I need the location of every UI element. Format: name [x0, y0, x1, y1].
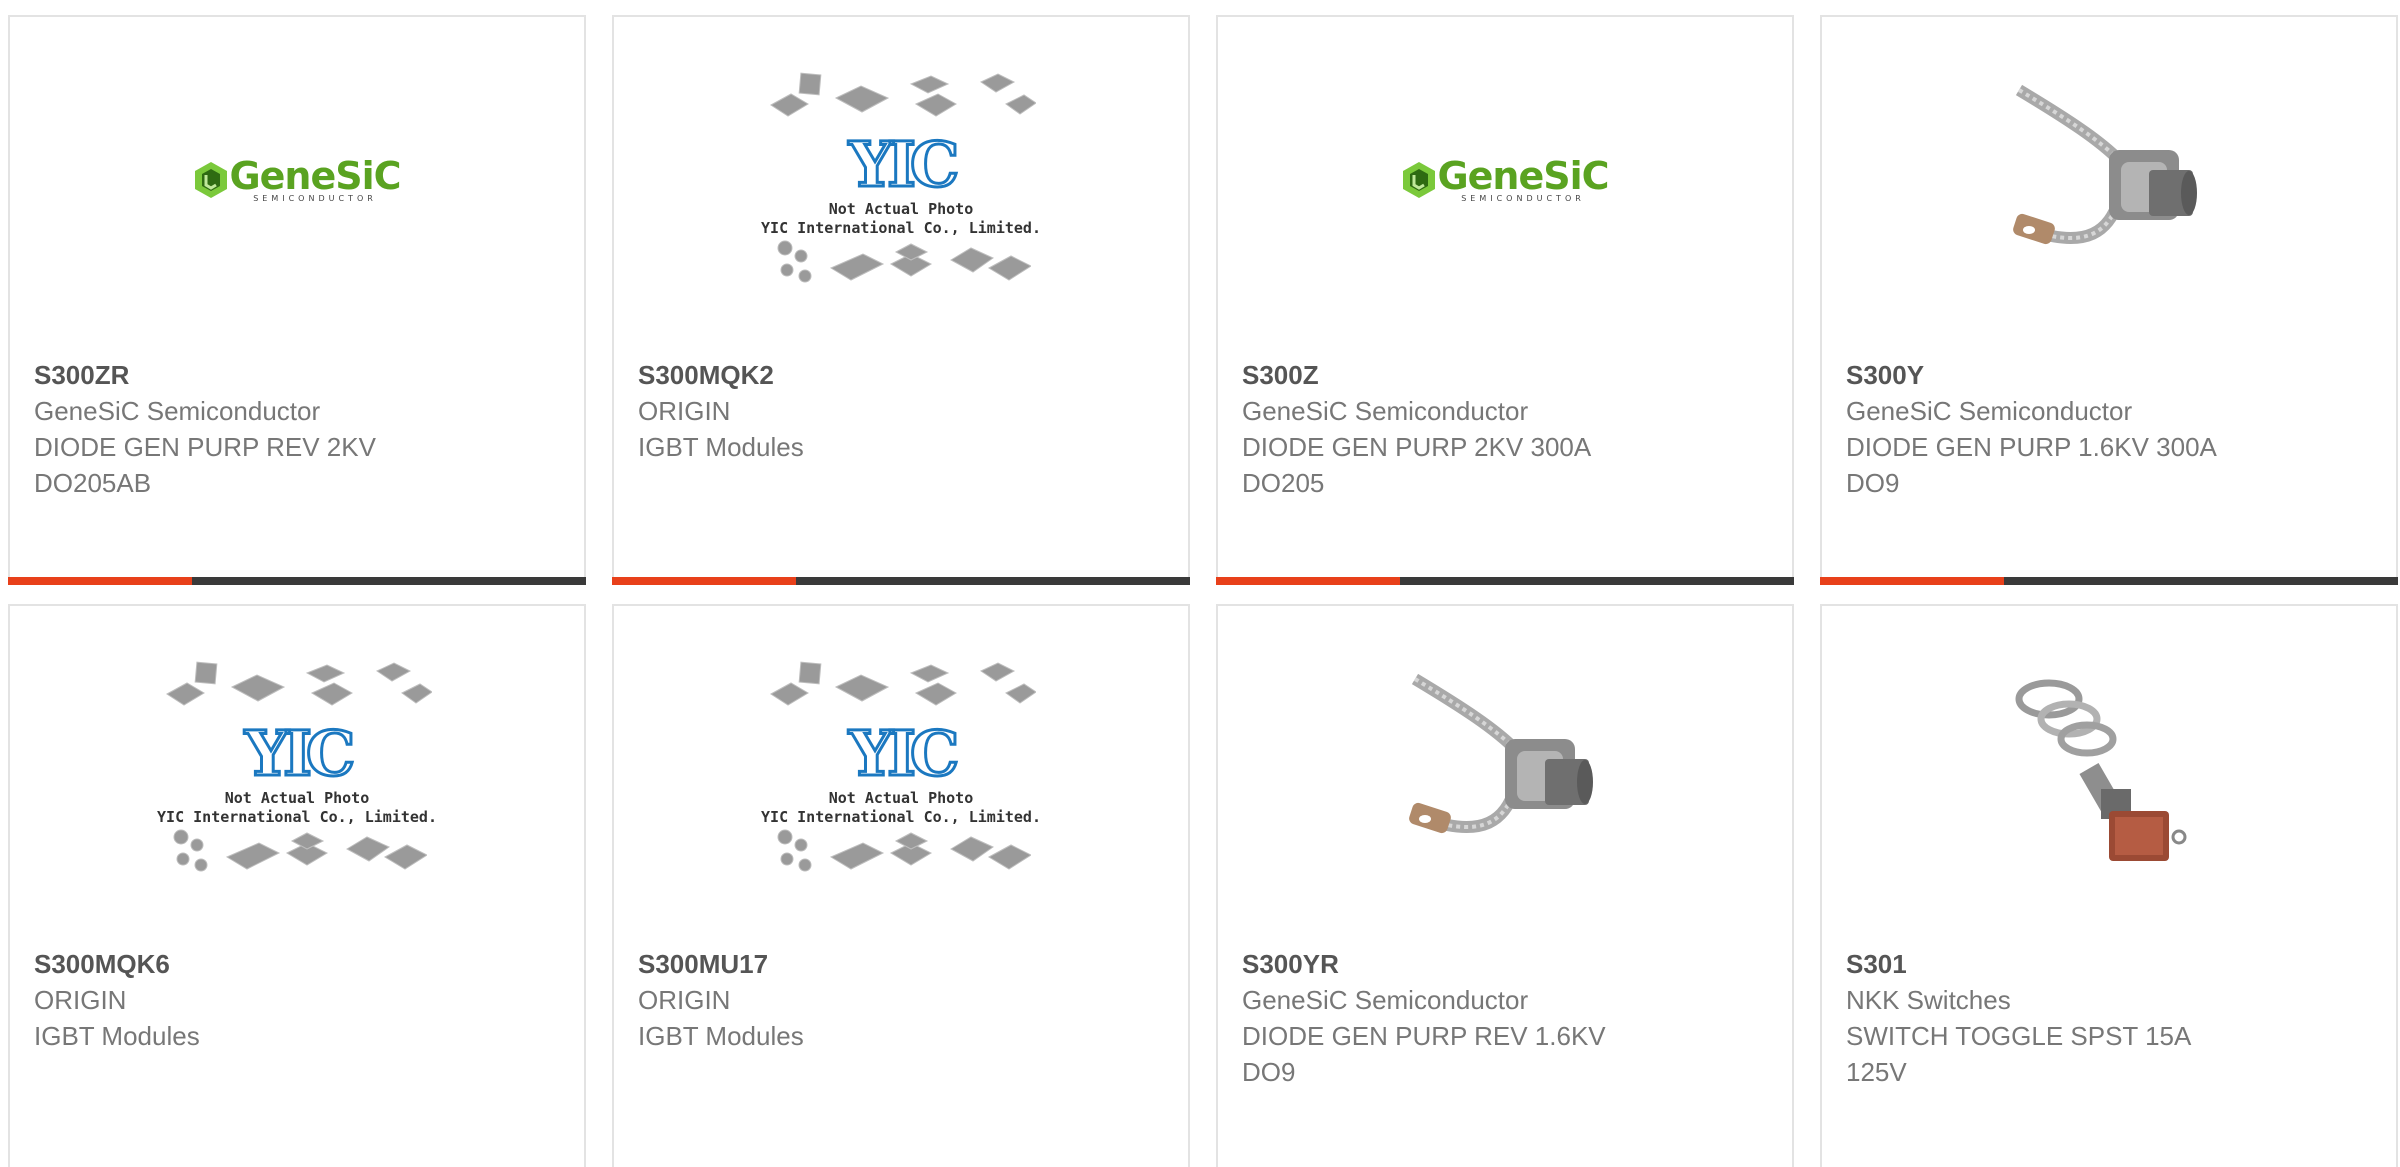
- card-accent-bar: [1216, 577, 1794, 585]
- description: DIODE GEN PURP REV 1.6KV: [1242, 1021, 1606, 1051]
- part-number-link[interactable]: S300Z: [1242, 357, 1768, 393]
- product-image[interactable]: YIC Not Actual Photo YIC International C…: [614, 65, 1188, 295]
- stud-diode-photo: [2013, 84, 2197, 245]
- description: DIODE GEN PURP REV 2KV: [34, 432, 376, 462]
- part-number-link[interactable]: S300MQK2: [638, 357, 1164, 393]
- product-image[interactable]: GeneSiC SEMICONDUCTOR: [10, 65, 584, 295]
- product-card-s300yr[interactable]: S300YR GeneSiC Semiconductor DIODE GEN P…: [1216, 604, 1794, 1167]
- product-image[interactable]: GeneSiC SEMICONDUCTOR: [1218, 65, 1792, 295]
- product-image[interactable]: YIC Not Actual Photo YIC International C…: [614, 654, 1188, 884]
- product-card-s300mqk6[interactable]: YIC Not Actual Photo YIC International C…: [8, 604, 586, 1167]
- product-card-s300zr[interactable]: GeneSiC SEMICONDUCTOR S300ZR GeneSiC Sem…: [8, 15, 586, 585]
- package: DO205: [1242, 468, 1325, 498]
- card-accent-bar: [612, 577, 1190, 585]
- chip-packages-icon: [777, 240, 1033, 283]
- package: 125V: [1846, 1057, 1907, 1087]
- product-image[interactable]: [1822, 65, 2396, 295]
- chip-packages-icon: [770, 72, 1037, 117]
- yic-placeholder-image: YIC Not Actual Photo YIC International C…: [761, 659, 1041, 879]
- description: IGBT Modules: [638, 1021, 804, 1051]
- product-image[interactable]: [1822, 654, 2396, 884]
- package: DO9: [1242, 1057, 1296, 1087]
- chip-packages-icon: [173, 829, 429, 872]
- part-number-link[interactable]: S301: [1846, 946, 2372, 982]
- product-card-s300z[interactable]: GeneSiC SEMICONDUCTOR S300Z GeneSiC Semi…: [1216, 15, 1794, 585]
- product-card-s301[interactable]: S301 NKK Switches SWITCH TOGGLE SPST 15A…: [1820, 604, 2398, 1167]
- part-number-link[interactable]: S300MU17: [638, 946, 1164, 982]
- description: DIODE GEN PURP 1.6KV 300A: [1846, 432, 2217, 462]
- chip-packages-icon: [770, 661, 1037, 706]
- chip-packages-icon: [777, 829, 1033, 872]
- description: IGBT Modules: [34, 1021, 200, 1051]
- package: DO205AB: [34, 468, 152, 498]
- description: IGBT Modules: [638, 432, 804, 462]
- card-accent-bar: [1820, 577, 2398, 585]
- part-number-link[interactable]: S300ZR: [34, 357, 560, 393]
- manufacturer: NKK Switches: [1846, 985, 2011, 1015]
- product-grid: GeneSiC SEMICONDUCTOR S300ZR GeneSiC Sem…: [0, 0, 2400, 1167]
- yic-placeholder-image: YIC Not Actual Photo YIC International C…: [157, 659, 437, 879]
- description: SWITCH TOGGLE SPST 15A: [1846, 1021, 2192, 1051]
- part-number-link[interactable]: S300Y: [1846, 357, 2372, 393]
- manufacturer: GeneSiC Semiconductor: [1242, 985, 1529, 1015]
- part-number-link[interactable]: S300YR: [1242, 946, 1768, 982]
- manufacturer: GeneSiC Semiconductor: [34, 396, 321, 426]
- genesic-hex-icon: [195, 162, 228, 198]
- manufacturer: GeneSiC Semiconductor: [1846, 396, 2133, 426]
- package: DO9: [1846, 468, 1900, 498]
- description: DIODE GEN PURP 2KV 300A: [1242, 432, 1592, 462]
- toggle-switch-photo: [2015, 679, 2187, 861]
- card-accent-bar: [8, 577, 586, 585]
- manufacturer: ORIGIN: [638, 985, 731, 1015]
- chip-packages-icon: [166, 661, 433, 706]
- manufacturer: ORIGIN: [638, 396, 731, 426]
- product-image[interactable]: YIC Not Actual Photo YIC International C…: [10, 654, 584, 884]
- genesic-hex-icon: [1403, 162, 1436, 198]
- product-image[interactable]: [1218, 654, 1792, 884]
- product-card-s300mqk2[interactable]: YIC Not Actual Photo YIC International C…: [612, 15, 1190, 585]
- manufacturer: ORIGIN: [34, 985, 127, 1015]
- part-number-link[interactable]: S300MQK6: [34, 946, 560, 982]
- product-card-s300y[interactable]: S300Y GeneSiC Semiconductor DIODE GEN PU…: [1820, 15, 2398, 585]
- product-card-s300mu17[interactable]: YIC Not Actual Photo YIC International C…: [612, 604, 1190, 1167]
- genesic-logo: GeneSiC SEMICONDUCTOR: [193, 157, 402, 203]
- genesic-logo: GeneSiC SEMICONDUCTOR: [1401, 157, 1610, 203]
- stud-diode-photo: [1409, 673, 1593, 834]
- manufacturer: GeneSiC Semiconductor: [1242, 396, 1529, 426]
- yic-placeholder-image: YIC Not Actual Photo YIC International C…: [761, 70, 1041, 290]
